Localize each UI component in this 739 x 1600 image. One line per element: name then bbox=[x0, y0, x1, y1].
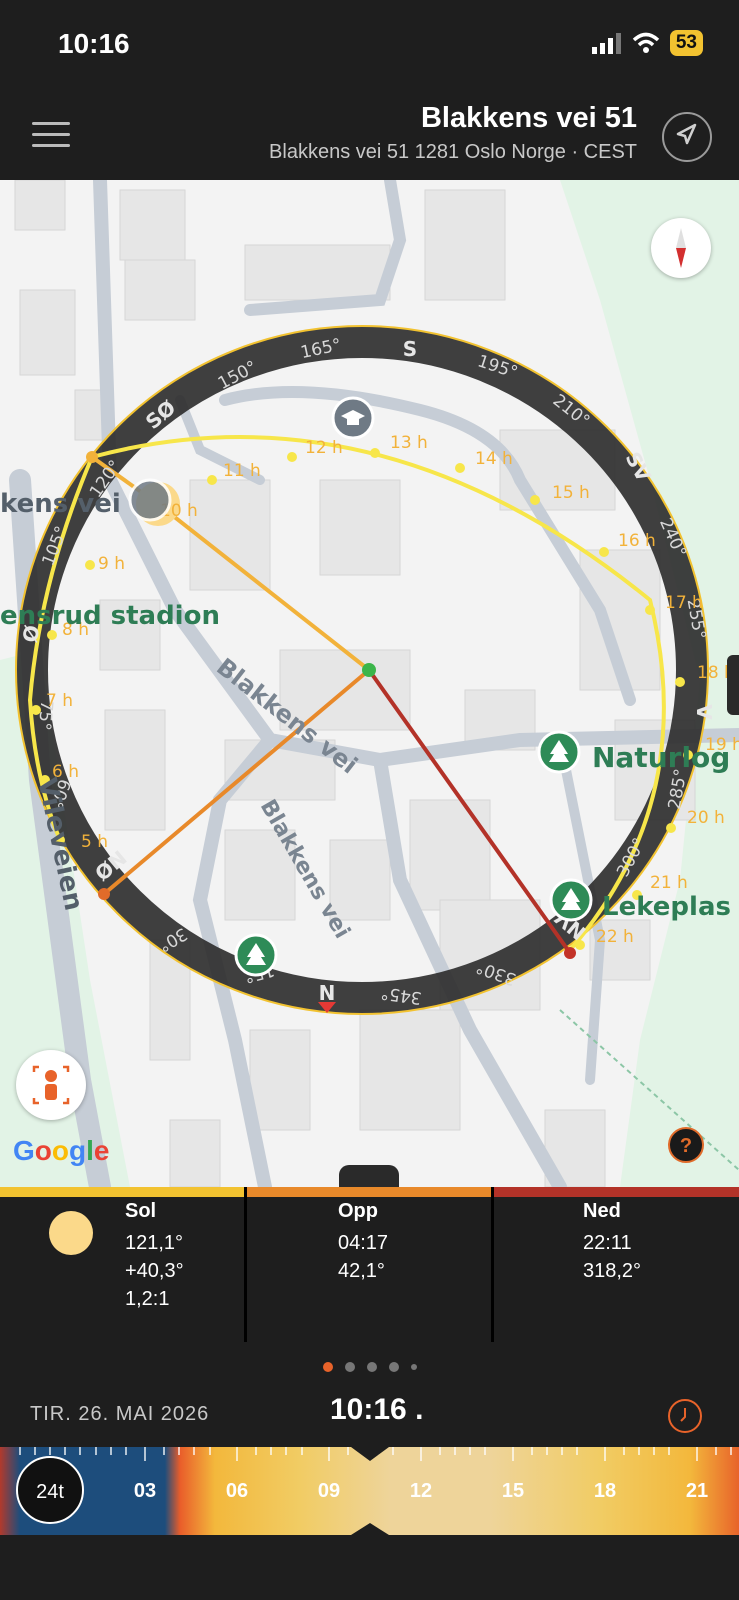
time-indicator-top bbox=[351, 1447, 389, 1461]
sun-info-panel: Sol 121,1° +40,3° 1,2:1 Opp 04:17 42,1° … bbox=[0, 1187, 739, 1352]
time-indicator-bottom bbox=[351, 1523, 389, 1535]
set-time: 22:11 bbox=[583, 1232, 632, 1254]
clock-icon[interactable] bbox=[668, 1399, 702, 1433]
current-date[interactable]: TIR. 26. MAI 2026 bbox=[30, 1403, 209, 1426]
location-title[interactable]: Blakkens vei 51 bbox=[421, 102, 637, 135]
hour-label-15: 15 h bbox=[552, 483, 590, 503]
school-marker-icon[interactable] bbox=[331, 396, 375, 440]
set-info-column[interactable]: Ned 22:11 318,2° bbox=[583, 1197, 641, 1352]
compass-label-v: V bbox=[692, 704, 716, 720]
hour-label-9: 9 h bbox=[98, 554, 125, 574]
google-logo: Google bbox=[13, 1135, 110, 1166]
rise-info-column[interactable]: Opp 04:17 42,1° bbox=[338, 1197, 388, 1352]
drag-handle[interactable] bbox=[339, 1165, 399, 1187]
navigate-arrow-icon[interactable] bbox=[662, 112, 712, 162]
info-divider bbox=[491, 1197, 494, 1342]
page-dot[interactable] bbox=[366, 1362, 377, 1372]
hour-label-16: 16 h bbox=[618, 531, 656, 551]
battery-indicator: 53 bbox=[669, 30, 703, 56]
hour-label-14: 14 h bbox=[475, 449, 513, 469]
hour-label-7: 7 h bbox=[46, 691, 73, 711]
compass-label-n: N bbox=[319, 981, 336, 1005]
timeline-tick: 03 bbox=[133, 1480, 157, 1502]
hour-label-11: 11 h bbox=[223, 461, 261, 481]
timeline-tick: 06 bbox=[225, 1480, 249, 1502]
status-icons: 53 bbox=[591, 30, 703, 56]
timeline-tick: 12 bbox=[409, 1480, 433, 1502]
park-marker-icon[interactable] bbox=[537, 730, 581, 774]
sun-icon bbox=[49, 1211, 93, 1255]
hour-label-21: 21 h bbox=[650, 873, 688, 893]
rise-azimuth: 42,1° bbox=[338, 1260, 385, 1282]
info-color-bars bbox=[0, 1187, 739, 1197]
location-subtitle: Blakkens vei 51 1281 Oslo Norge · CEST bbox=[269, 141, 637, 163]
lekeplass-label: Lekeplas bbox=[602, 892, 731, 922]
park-marker-icon[interactable] bbox=[549, 878, 593, 922]
compass-icon[interactable] bbox=[651, 218, 711, 278]
hour-label-22: 22 h bbox=[596, 927, 634, 947]
bottom-bar bbox=[0, 1535, 739, 1600]
wifi-icon bbox=[632, 32, 660, 53]
status-time: 10:16 bbox=[58, 28, 130, 59]
info-divider bbox=[244, 1197, 247, 1342]
hour-label-17: 17 h bbox=[665, 593, 703, 613]
sun-info-column: Sol 121,1° +40,3° 1,2:1 bbox=[125, 1197, 184, 1352]
current-time[interactable]: 10:16 . bbox=[330, 1393, 423, 1427]
set-label: Ned bbox=[583, 1200, 621, 1222]
timeline-tick: 09 bbox=[317, 1480, 341, 1502]
natur-label: Naturlog bbox=[592, 741, 730, 774]
page-dot[interactable] bbox=[410, 1364, 417, 1370]
stadium-label: ensrud stadion bbox=[0, 601, 220, 631]
signal-icon bbox=[591, 33, 621, 54]
24-hour-button[interactable]: 24t bbox=[16, 1456, 84, 1524]
park-marker-icon[interactable] bbox=[234, 933, 278, 977]
hour-label-5: 5 h bbox=[81, 832, 108, 852]
sun-azimuth: 121,1° bbox=[125, 1232, 184, 1254]
side-panel-handle[interactable] bbox=[727, 655, 739, 715]
person-view-icon[interactable] bbox=[16, 1050, 86, 1120]
timeline-tick: 18 bbox=[593, 1480, 617, 1502]
set-azimuth: 318,2° bbox=[583, 1260, 642, 1282]
menu-icon[interactable] bbox=[32, 122, 70, 148]
hour-label-12: 12 h bbox=[305, 438, 343, 458]
map-view[interactable]: S SV V NV N NØ Ø SØ 150° 165° 195° 210° … bbox=[0, 180, 739, 1187]
page-dot[interactable] bbox=[344, 1362, 355, 1372]
timeline-tick: 21 bbox=[685, 1480, 709, 1502]
timeline-tick: 15 bbox=[501, 1480, 525, 1502]
page-dot[interactable] bbox=[322, 1362, 333, 1372]
page-dot[interactable] bbox=[388, 1362, 399, 1372]
page-indicator[interactable] bbox=[0, 1352, 739, 1382]
hour-label-20: 20 h bbox=[687, 808, 725, 828]
app-header: Blakkens vei 51 Blakkens vei 51 1281 Osl… bbox=[0, 95, 739, 180]
sun-label: Sol bbox=[125, 1200, 157, 1222]
sun-elevation: +40,3° bbox=[125, 1260, 184, 1282]
rise-label: Opp bbox=[338, 1200, 378, 1222]
sun-ratio: 1,2:1 bbox=[125, 1288, 170, 1310]
hour-label-13: 13 h bbox=[390, 433, 428, 453]
status-bar: 10:16 53 bbox=[0, 0, 739, 95]
compass-label-s: S bbox=[403, 337, 417, 361]
help-button[interactable]: ? bbox=[668, 1127, 704, 1163]
street-label-left: kens vei bbox=[0, 489, 121, 519]
map-pin-marker[interactable] bbox=[128, 478, 172, 522]
date-time-row: TIR. 26. MAI 2026 10:16 . bbox=[0, 1382, 739, 1447]
time-slider[interactable]: 03 06 09 12 15 18 21 24t bbox=[0, 1447, 739, 1535]
rise-time: 04:17 bbox=[338, 1232, 389, 1254]
